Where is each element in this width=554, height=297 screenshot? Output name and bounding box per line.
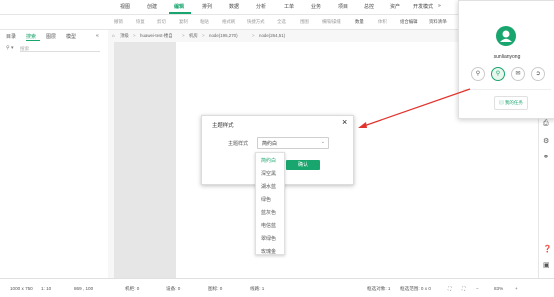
annotation-arrow (358, 88, 471, 128)
